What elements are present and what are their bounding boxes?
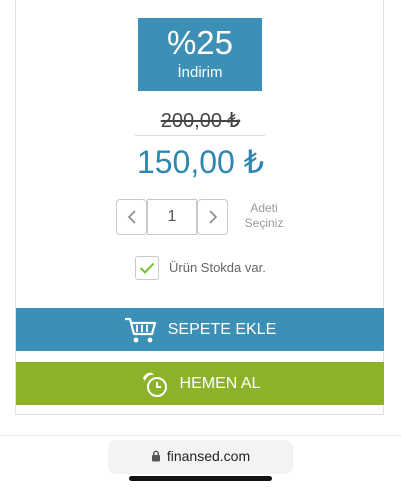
check-icon <box>139 262 155 274</box>
quantity-label-line1: Adeti <box>250 201 278 215</box>
quantity-label-line2: Seçiniz <box>244 216 284 230</box>
cart-icon <box>124 316 158 344</box>
old-price: 200,00 ₺ <box>0 110 401 132</box>
url-display[interactable]: finansed.com <box>0 448 401 464</box>
old-price-value: 200,00 ₺ <box>160 110 241 132</box>
home-indicator[interactable] <box>129 476 272 481</box>
quantity-label: Adeti Seçiniz <box>240 201 288 231</box>
lock-icon <box>151 450 161 462</box>
url-text: finansed.com <box>166 448 251 464</box>
discount-label: İndirim <box>177 64 223 81</box>
add-to-cart-label: SEPETE EKLE <box>167 320 277 338</box>
price-divider <box>135 135 265 136</box>
stock-checkbox[interactable] <box>135 256 159 280</box>
quantity-increment-button[interactable] <box>197 199 228 235</box>
quantity-decrement-button[interactable] <box>116 199 147 235</box>
quantity-input[interactable]: 1 <box>147 199 197 235</box>
buy-now-label: HEMEN AL <box>179 374 261 392</box>
chevron-right-icon <box>208 210 217 224</box>
buy-now-button[interactable]: HEMEN AL <box>16 362 384 405</box>
chevron-left-icon <box>127 210 136 224</box>
add-to-cart-button[interactable]: SEPETE EKLE <box>16 308 384 351</box>
new-price: 150,00 ₺ <box>136 144 265 180</box>
browser-separator <box>0 435 401 436</box>
discount-badge: %25 İndirim <box>138 18 262 91</box>
discount-percent: %25 <box>166 24 234 61</box>
clock-icon <box>140 369 170 399</box>
stock-status-label: Ürün Stokda var. <box>169 260 266 275</box>
